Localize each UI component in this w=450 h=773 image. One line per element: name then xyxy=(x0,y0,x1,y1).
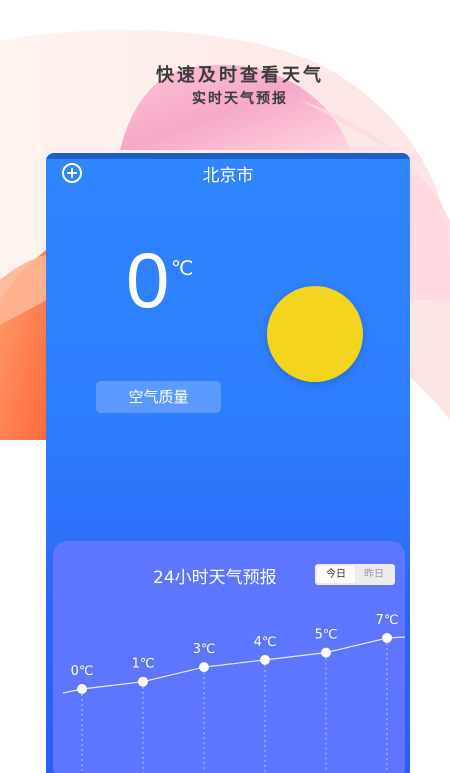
weather-screen: 北京市 0 ℃ 空气质量 24小时天气预报 今日 昨日 0℃ 1℃ 3℃ 4℃ 5℃ 7℃ xyxy=(46,153,410,773)
temperature-line xyxy=(62,636,405,694)
temperature-label: 7℃ xyxy=(376,613,399,628)
temperature-unit: ℃ xyxy=(171,256,194,280)
temperature-label: 0℃ xyxy=(71,664,94,679)
temperature-point xyxy=(321,647,331,658)
hourly-forecast-card: 24小时天气预报 今日 昨日 0℃ 1℃ 3℃ 4℃ 5℃ 7℃ xyxy=(53,541,405,773)
promo-subtitle: 实时天气预报 xyxy=(192,91,288,107)
temperature-label: 1℃ xyxy=(132,657,155,672)
air-quality-button[interactable]: 空气质量 xyxy=(96,381,221,413)
temperature-label: 5℃ xyxy=(315,628,338,643)
temperature-point xyxy=(199,662,209,673)
temperature-label: 3℃ xyxy=(193,642,216,657)
temperature-point xyxy=(77,684,87,694)
city-name[interactable]: 北京市 xyxy=(46,161,410,186)
sun-icon xyxy=(267,286,363,382)
temperature-point xyxy=(260,654,270,665)
temperature-label: 4℃ xyxy=(254,635,277,650)
hourly-temperature-chart: 0℃ 1℃ 3℃ 4℃ 5℃ 7℃ xyxy=(62,613,405,773)
temperature-point xyxy=(138,676,148,687)
current-temperature: 0 xyxy=(126,236,170,324)
promo-title: 快速及时查看天气 xyxy=(156,65,324,86)
status-bar xyxy=(46,153,410,159)
temperature-point xyxy=(382,633,392,643)
